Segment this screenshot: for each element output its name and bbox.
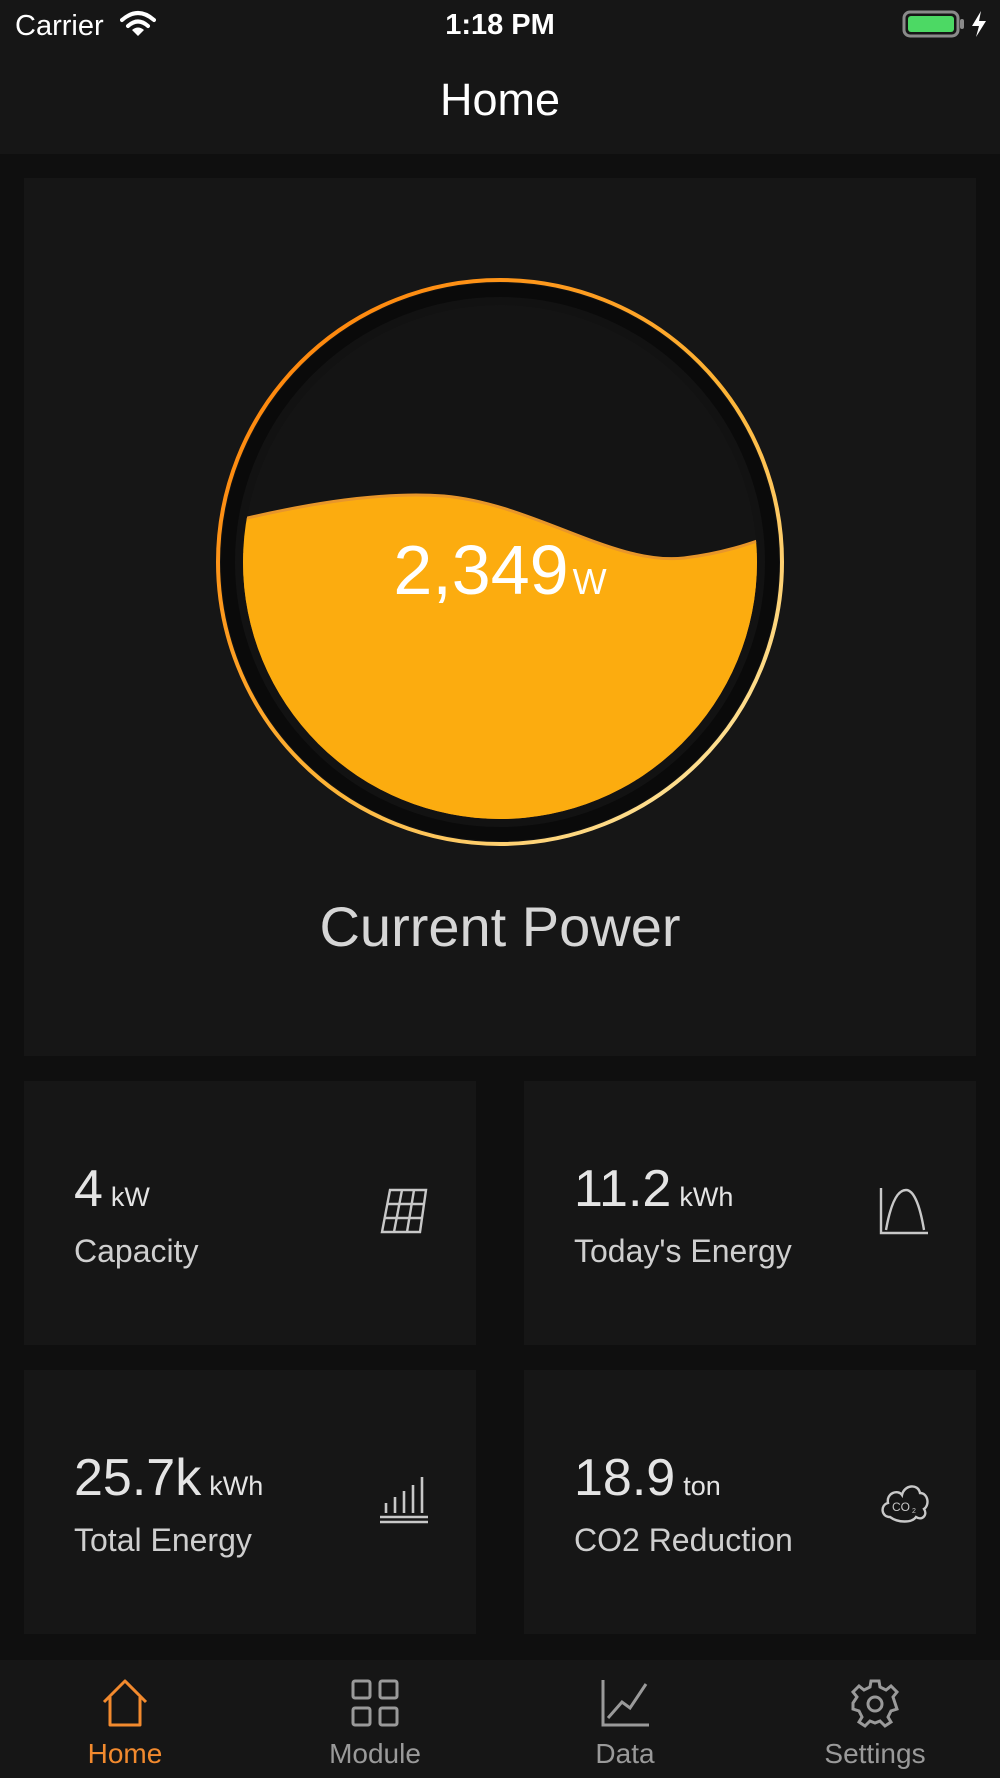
tab-data[interactable]: Data: [500, 1660, 750, 1778]
todays-energy-value: 11.2: [574, 1160, 672, 1218]
co2-reduction-card[interactable]: 18.9 ton CO2 Reduction CO 2: [524, 1370, 976, 1634]
tab-home[interactable]: Home: [0, 1660, 250, 1778]
tab-home-label: Home: [87, 1738, 163, 1769]
capacity-value: 4: [74, 1160, 103, 1218]
tab-settings-label: Settings: [824, 1738, 926, 1769]
charging-bolt-icon: [970, 10, 988, 43]
gear-icon: [850, 1678, 900, 1733]
total-energy-unit: kWh: [209, 1471, 264, 1501]
total-energy-card[interactable]: 25.7k kWh Total Energy: [24, 1370, 476, 1634]
tab-settings[interactable]: Settings: [750, 1660, 1000, 1778]
current-power-value: 2,349 W: [24, 530, 976, 610]
co2-unit: ton: [683, 1471, 721, 1501]
home-icon: [100, 1678, 150, 1733]
curve-chart-icon: [878, 1186, 930, 1241]
current-power-label: Current Power: [319, 895, 681, 958]
tab-data-label: Data: [595, 1738, 655, 1769]
status-bar: Carrier 1:18 PM: [0, 0, 1000, 52]
page-title: Home: [439, 74, 561, 125]
line-chart-icon: [600, 1678, 650, 1733]
grid-icon: [350, 1678, 400, 1733]
capacity-label: Capacity: [74, 1233, 199, 1269]
bar-chart-icon: [378, 1475, 430, 1530]
total-energy-value: 25.7k: [74, 1449, 202, 1507]
navigation-bar: Home: [0, 52, 1000, 154]
power-unit: W: [572, 561, 607, 602]
tab-module[interactable]: Module: [250, 1660, 500, 1778]
co2-cloud-icon: CO 2: [878, 1475, 930, 1530]
status-time: 1:18 PM: [445, 9, 555, 41]
battery-icon: [902, 10, 966, 43]
svg-text:CO: CO: [892, 1500, 910, 1514]
co2-value: 18.9: [574, 1449, 676, 1507]
tab-bar: Home Module Data Settings: [0, 1660, 1000, 1778]
todays-energy-unit: kWh: [679, 1182, 734, 1212]
capacity-unit: kW: [110, 1182, 150, 1212]
current-power-card: 2,349 W Current Power: [24, 178, 976, 1056]
solar-panel-icon: [378, 1186, 430, 1241]
todays-energy-label: Today's Energy: [574, 1233, 792, 1269]
power-number: 2,349: [393, 531, 569, 609]
svg-text:2: 2: [912, 1508, 916, 1515]
total-energy-label: Total Energy: [74, 1522, 252, 1558]
tab-module-label: Module: [329, 1738, 421, 1769]
todays-energy-card[interactable]: 11.2 kWh Today's Energy: [524, 1081, 976, 1345]
co2-label: CO2 Reduction: [574, 1522, 793, 1558]
capacity-card[interactable]: 4 kW Capacity: [24, 1081, 476, 1345]
